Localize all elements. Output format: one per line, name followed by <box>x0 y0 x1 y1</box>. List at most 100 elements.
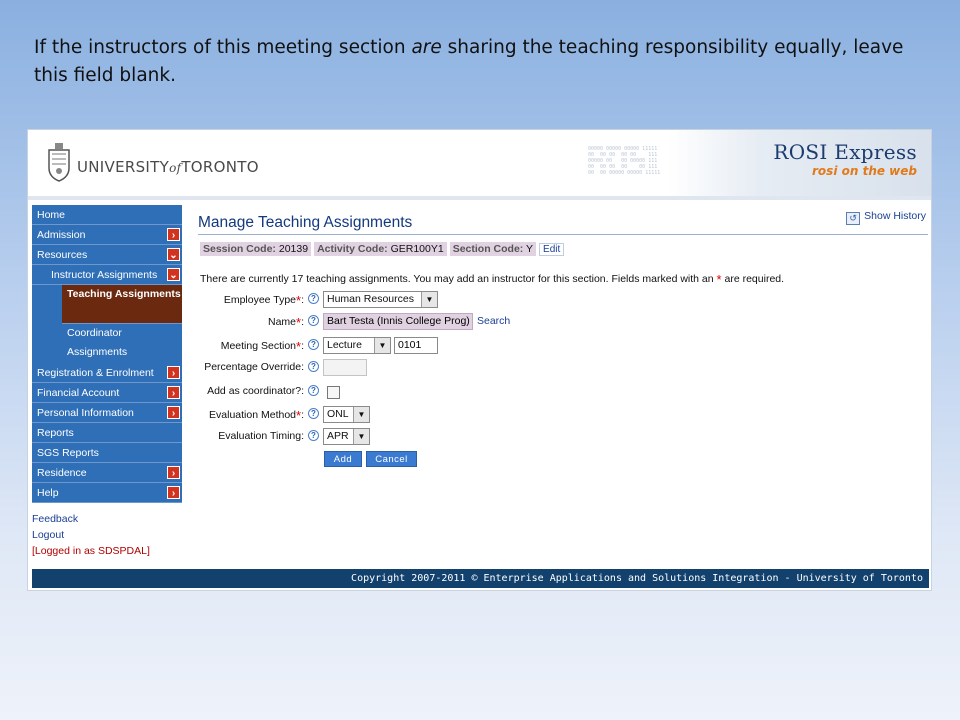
dropdown-arrow-icon: ▼ <box>421 292 437 307</box>
help-icon[interactable]: ? <box>308 339 319 350</box>
sidebar-item-label: Home <box>37 209 66 221</box>
percentage-row: Percentage Override: ? <box>198 358 498 378</box>
eval-method-select[interactable]: ONL ▼ <box>323 406 370 423</box>
meeting-section-code-field[interactable]: 0101 <box>394 337 438 354</box>
caption-text-before: If the instructors of this meeting secti… <box>34 37 412 58</box>
show-history-link[interactable]: ↺ Show History <box>846 210 926 225</box>
expand-arrow-icon[interactable]: › <box>167 466 180 479</box>
logout-link[interactable]: Logout <box>32 527 182 543</box>
feedback-link[interactable]: Feedback <box>32 511 182 527</box>
sidebar-item-help[interactable]: Help › <box>32 483 182 503</box>
employee-type-select[interactable]: Human Resources ▼ <box>323 291 438 308</box>
add-button[interactable]: Add <box>324 451 362 467</box>
meeting-section-label: Meeting Section*: <box>220 339 304 354</box>
eval-method-value: ONL <box>327 408 349 420</box>
meeting-section-code-value: 0101 <box>398 339 422 351</box>
wordmark-of: of <box>169 161 182 175</box>
employee-type-label: Employee Type*: <box>223 293 304 308</box>
name-label: Name*: <box>268 315 304 330</box>
copyright-footer: Copyright 2007-2011 © Enterprise Applica… <box>32 569 929 588</box>
section-code-badge: Section Code: Y <box>449 242 537 256</box>
header-divider <box>28 196 931 200</box>
meeting-section-type-select[interactable]: Lecture ▼ <box>323 337 391 354</box>
percentage-override-input[interactable] <box>323 359 367 376</box>
expand-arrow-icon[interactable]: › <box>167 406 180 419</box>
session-code-badge: Session Code: 20139 <box>200 242 312 256</box>
help-icon[interactable]: ? <box>308 361 319 372</box>
expand-arrow-icon[interactable]: › <box>167 486 180 499</box>
sidebar-item-label: Reports <box>37 427 74 439</box>
app-title: ROSI Express <box>773 140 917 164</box>
eval-timing-select[interactable]: APR ▼ <box>323 428 370 445</box>
help-icon[interactable]: ? <box>308 293 319 304</box>
sidebar-item-label: Teaching Assignments <box>67 288 181 300</box>
name-row: Name*: ? Bart Testa (Innis College Prog)… <box>198 312 538 332</box>
meeting-section-type-value: Lecture <box>327 339 363 351</box>
info-text: There are currently 17 teaching assignme… <box>200 272 784 287</box>
activity-code-value: GER100Y1 <box>390 243 444 255</box>
activity-code-badge: Activity Code: GER100Y1 <box>314 242 447 256</box>
section-code-value: Y <box>526 243 534 255</box>
sidebar-item-label: Resources <box>37 249 88 261</box>
sidebar-indent <box>32 285 62 363</box>
sidebar-item-instructor-assignments[interactable]: Instructor Assignments ⌄ <box>32 265 182 285</box>
slide-caption: If the instructors of this meeting secti… <box>34 34 914 90</box>
sidebar-item-personal-information[interactable]: Personal Information › <box>32 403 182 423</box>
help-icon[interactable]: ? <box>308 408 319 419</box>
session-code-value: 20139 <box>278 243 309 255</box>
help-icon[interactable]: ? <box>308 430 319 441</box>
sidebar-item-sgs-reports[interactable]: SGS Reports <box>32 443 182 463</box>
meeting-section-row: Meeting Section*: ? Lecture ▼ 0101 <box>198 336 498 356</box>
help-icon[interactable]: ? <box>308 385 319 396</box>
sidebar-item-financial-account[interactable]: Financial Account › <box>32 383 182 403</box>
sidebar-item-admission[interactable]: Admission › <box>32 225 182 245</box>
sidebar-item-label: Coordinator Assignments <box>67 327 128 358</box>
cancel-button[interactable]: Cancel <box>366 451 417 467</box>
employee-type-row: Employee Type*: ? Human Resources ▼ <box>198 290 478 310</box>
sidebar-nav: Home Admission › Resources ⌄ Instructor As… <box>32 205 182 559</box>
university-wordmark: UNIVERSITYofTORONTO <box>77 158 259 176</box>
sidebar-item-registration[interactable]: Registration & Enrolment › <box>32 363 182 383</box>
collapse-arrow-icon[interactable]: ⌄ <box>167 268 180 281</box>
wordmark-toronto: TORONTO <box>181 158 259 176</box>
sidebar-item-residence[interactable]: Residence › <box>32 463 182 483</box>
expand-arrow-icon[interactable]: › <box>167 228 180 241</box>
show-history-label: Show History <box>864 210 926 222</box>
coordinator-checkbox[interactable] <box>327 386 340 399</box>
sidebar-item-home[interactable]: Home <box>32 205 182 225</box>
history-icon: ↺ <box>846 212 861 225</box>
rosi-brand: ROSI Express rosi on the web <box>668 130 931 196</box>
wordmark-university: UNIVERSITY <box>77 158 170 176</box>
sidebar-item-label: Registration & Enrolment <box>37 367 154 379</box>
sidebar-item-label: Help <box>37 487 59 499</box>
dropdown-arrow-icon: ▼ <box>353 429 369 444</box>
help-icon[interactable]: ? <box>308 315 319 326</box>
collapse-arrow-icon[interactable]: ⌄ <box>167 248 180 261</box>
name-value: Bart Testa (Innis College Prog) <box>327 315 470 327</box>
title-divider <box>198 234 928 235</box>
section-code-label: Section Code: <box>452 243 524 255</box>
sidebar-item-coordinator-assignments[interactable]: Coordinator Assignments <box>62 324 182 363</box>
sidebar-item-reports[interactable]: Reports <box>32 423 182 443</box>
sidebar-item-teaching-assignments[interactable]: Teaching Assignments <box>62 285 182 324</box>
edit-link[interactable]: Edit <box>539 243 565 256</box>
crest-logo-icon <box>48 143 70 182</box>
dropdown-arrow-icon: ▼ <box>353 407 369 422</box>
logged-in-status: [Logged in as SDSPDAL] <box>32 545 150 557</box>
info-message-end: are required. <box>724 273 785 285</box>
sidebar-item-label: SGS Reports <box>37 447 99 459</box>
expand-arrow-icon[interactable]: › <box>167 386 180 399</box>
name-field[interactable]: Bart Testa (Innis College Prog) <box>323 313 473 330</box>
sidebar-links: Feedback Logout [Logged in as SDSPDAL] <box>32 511 182 559</box>
session-code-label: Session Code: <box>203 243 276 255</box>
eval-method-row: Evaluation Method*: ? ONL ▼ <box>198 405 498 425</box>
expand-arrow-icon[interactable]: › <box>167 366 180 379</box>
section-codes: Session Code: 20139 Activity Code: GER100… <box>200 242 565 258</box>
page-header: UNIVERSITYofTORONTO 00000 00000 00000 11… <box>28 130 931 196</box>
rosi-screenshot: UNIVERSITYofTORONTO 00000 00000 00000 11… <box>27 129 932 591</box>
sidebar-item-resources[interactable]: Resources ⌄ <box>32 245 182 265</box>
search-link[interactable]: Search <box>477 315 510 327</box>
percentage-label: Percentage Override: <box>204 361 304 373</box>
sidebar-item-label: Admission <box>37 229 86 241</box>
sidebar-subgroup: Teaching Assignments Coordinator Assignm… <box>32 285 182 363</box>
